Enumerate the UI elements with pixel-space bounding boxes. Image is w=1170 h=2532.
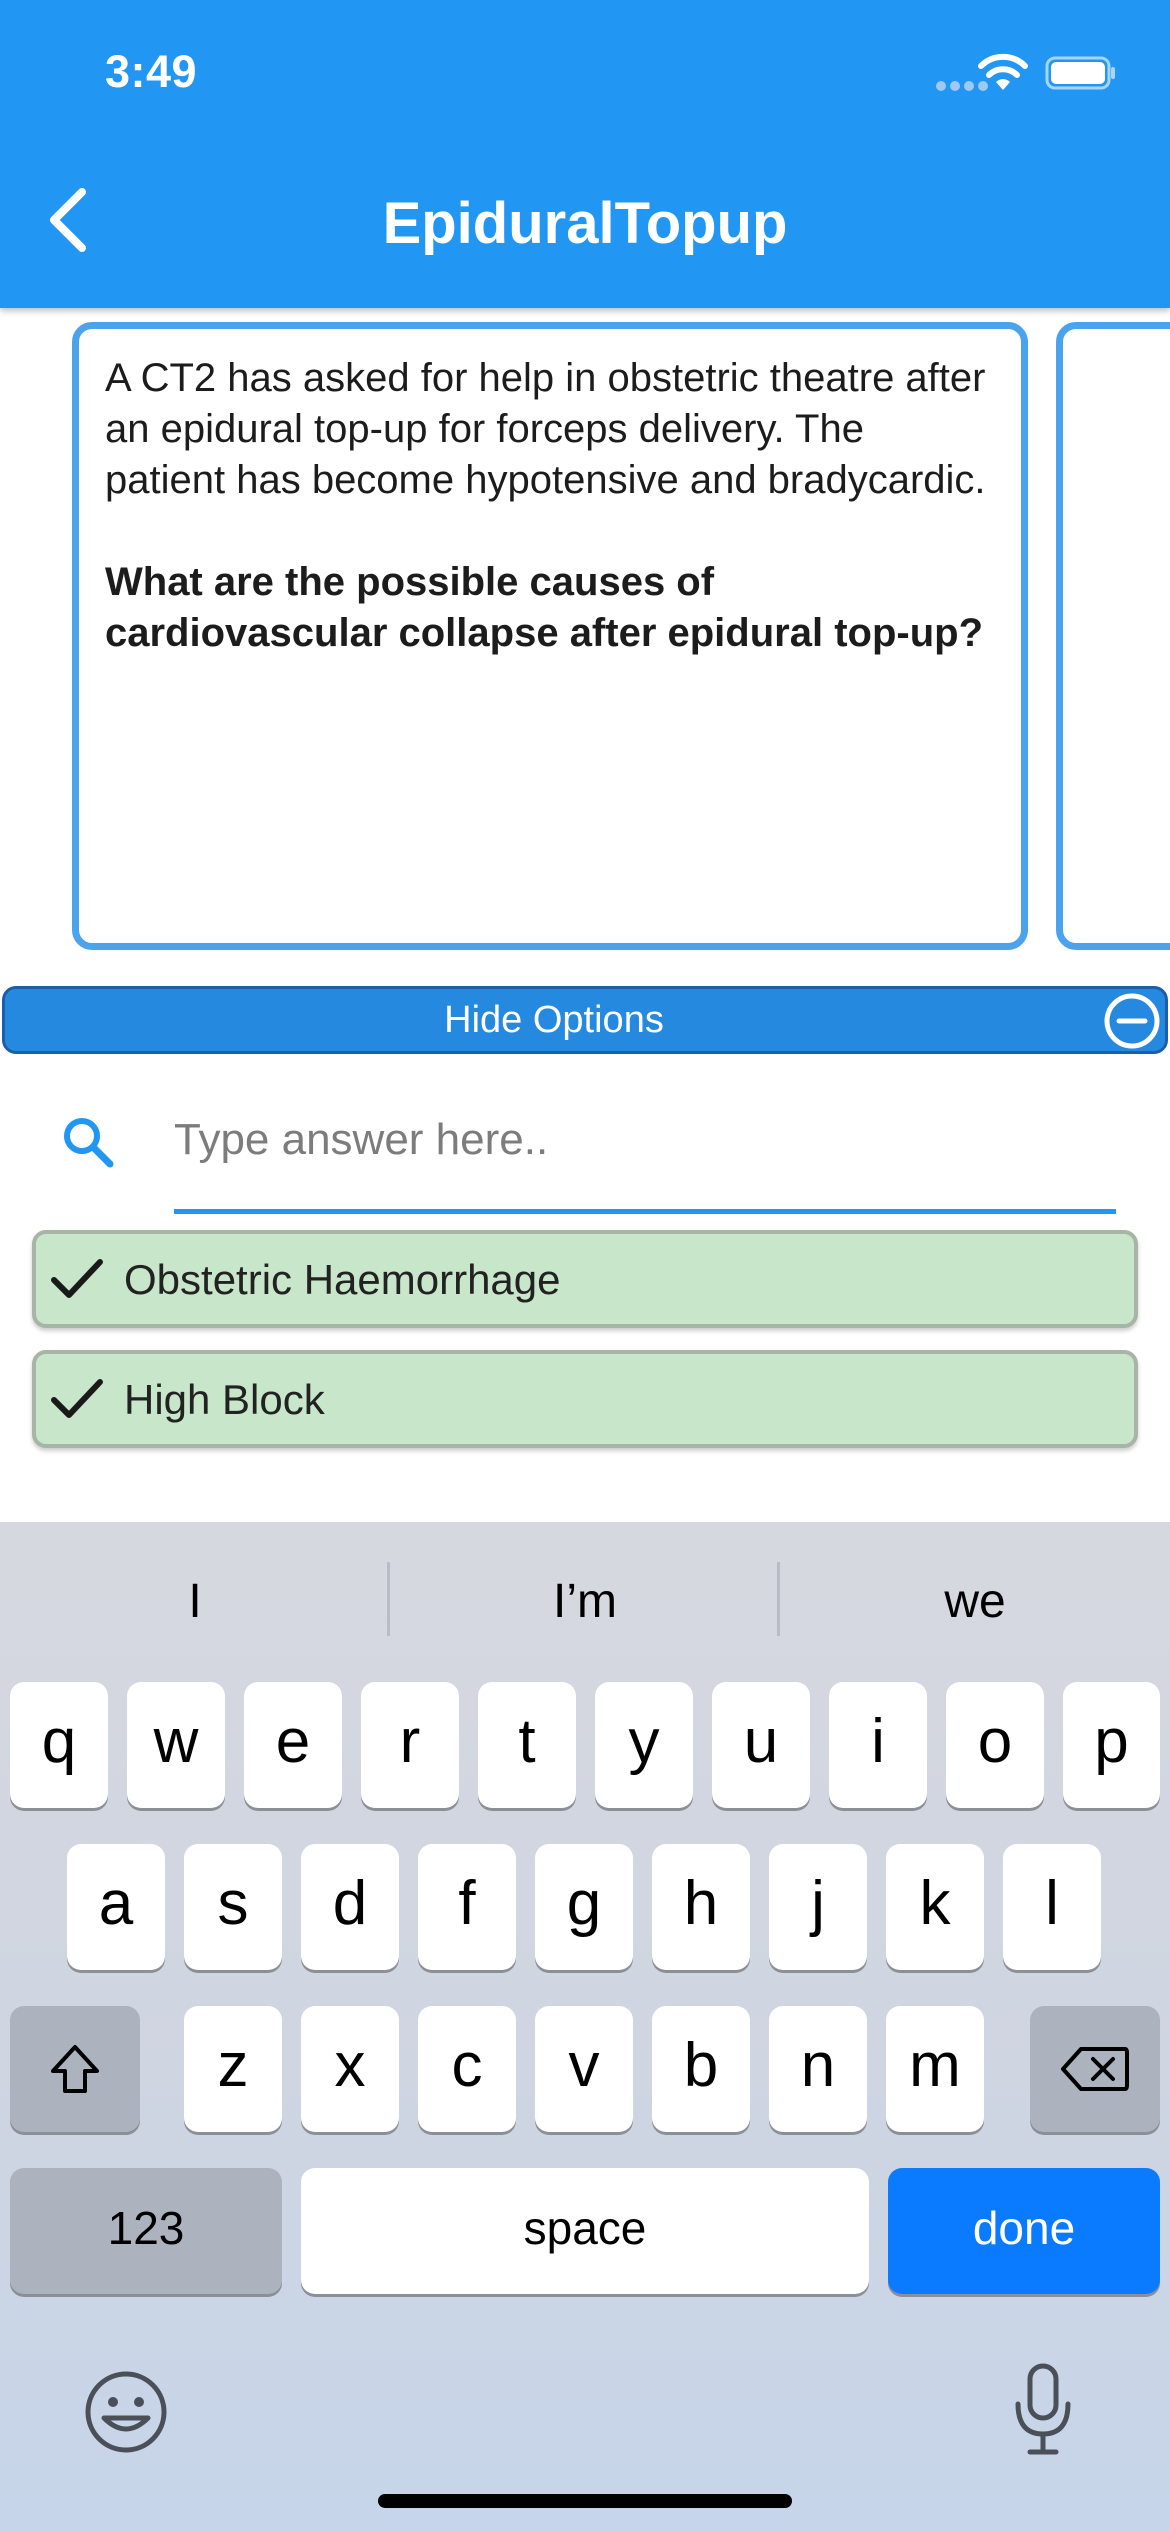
key-i[interactable]: i	[829, 1682, 927, 1808]
app-header: 3:49 EpiduralTopup	[0, 0, 1170, 308]
wifi-icon	[978, 53, 1028, 90]
suggestion-3[interactable]: we	[780, 1574, 1170, 1629]
key-m[interactable]: m	[886, 2006, 984, 2132]
shift-key[interactable]	[10, 2006, 140, 2132]
search-icon	[64, 1118, 114, 1168]
answer-item[interactable]: Obstetric Haemorrhage	[32, 1230, 1138, 1328]
shift-icon	[51, 2045, 99, 2093]
done-key[interactable]: done	[888, 2168, 1160, 2294]
numbers-key[interactable]: 123	[10, 2168, 282, 2294]
emoji-icon[interactable]	[82, 2368, 170, 2456]
home-indicator	[378, 2494, 792, 2508]
answer-label: High Block	[124, 1376, 325, 1423]
hide-options-button[interactable]: Hide Options	[2, 986, 1168, 1054]
key-n[interactable]: n	[769, 2006, 867, 2132]
suggestion-2[interactable]: I’m	[390, 1574, 780, 1629]
key-x[interactable]: x	[301, 2006, 399, 2132]
key-t[interactable]: t	[478, 1682, 576, 1808]
key-s[interactable]: s	[184, 1844, 282, 1970]
keyboard: I I’m we q w e r t y u i o p a s d f g h…	[0, 1522, 1170, 2532]
key-z[interactable]: z	[184, 2006, 282, 2132]
minus-circle-icon	[1104, 993, 1160, 1049]
scenario-text: A CT2 has asked for help in obstetric th…	[105, 356, 986, 502]
backspace-icon	[1061, 2047, 1129, 2091]
key-w[interactable]: w	[127, 1682, 225, 1808]
answer-input[interactable]	[174, 1100, 1114, 1180]
key-y[interactable]: y	[595, 1682, 693, 1808]
space-key[interactable]: space	[301, 2168, 869, 2294]
backspace-key[interactable]	[1030, 2006, 1160, 2132]
scenario-question: What are the possible causes of cardiova…	[105, 560, 984, 655]
key-u[interactable]: u	[712, 1682, 810, 1808]
hide-options-label: Hide Options	[444, 999, 664, 1041]
key-f[interactable]: f	[418, 1844, 516, 1970]
scenario-card[interactable]: A CT2 has asked for help in obstetric th…	[72, 322, 1028, 950]
key-e[interactable]: e	[244, 1682, 342, 1808]
key-v[interactable]: v	[535, 2006, 633, 2132]
input-underline	[174, 1209, 1116, 1214]
key-p[interactable]: p	[1063, 1682, 1160, 1808]
key-l[interactable]: l	[1003, 1844, 1101, 1970]
key-r[interactable]: r	[361, 1682, 459, 1808]
page-title: EpiduralTopup	[382, 191, 788, 256]
status-time: 3:49	[105, 46, 198, 97]
next-scenario-card[interactable]	[1056, 322, 1170, 950]
key-k[interactable]: k	[886, 1844, 984, 1970]
key-a[interactable]: a	[67, 1844, 165, 1970]
microphone-icon[interactable]	[1010, 2362, 1076, 2458]
key-g[interactable]: g	[535, 1844, 633, 1970]
key-b[interactable]: b	[652, 2006, 750, 2132]
answer-label: Obstetric Haemorrhage	[124, 1256, 561, 1303]
key-o[interactable]: o	[946, 1682, 1044, 1808]
key-c[interactable]: c	[418, 2006, 516, 2132]
key-q[interactable]: q	[10, 1682, 108, 1808]
suggestion-1[interactable]: I	[0, 1574, 390, 1629]
checkmark-icon	[51, 1259, 103, 1298]
key-j[interactable]: j	[769, 1844, 867, 1970]
checkmark-icon	[51, 1379, 103, 1418]
key-h[interactable]: h	[652, 1844, 750, 1970]
battery-icon	[1045, 56, 1115, 90]
key-d[interactable]: d	[301, 1844, 399, 1970]
answer-item[interactable]: High Block	[32, 1350, 1138, 1448]
